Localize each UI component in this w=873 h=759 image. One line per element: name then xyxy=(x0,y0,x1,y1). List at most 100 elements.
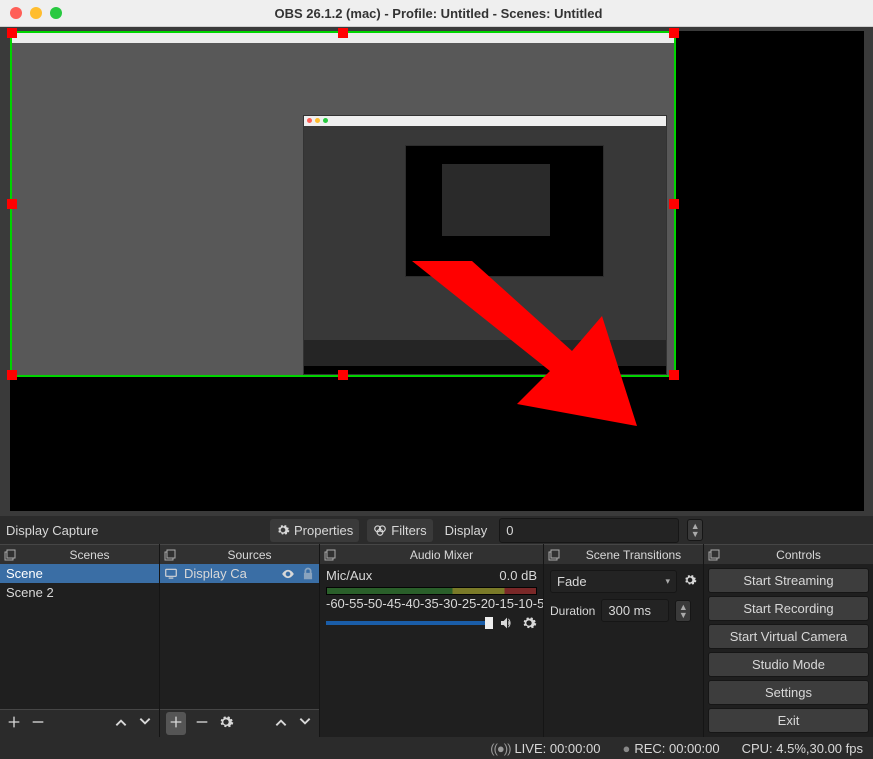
scenes-dock: Scenes Scene Scene 2 xyxy=(0,544,160,737)
sources-title: Sources xyxy=(180,548,319,562)
duration-stepper[interactable]: ▲▼ xyxy=(675,600,691,622)
display-select[interactable]: 0 xyxy=(499,518,679,543)
scene-item[interactable]: Scene xyxy=(0,564,159,583)
popout-icon xyxy=(4,549,16,561)
popout-icon xyxy=(548,549,560,561)
mixer-popout-button[interactable] xyxy=(320,549,340,561)
selected-source-name: Display Capture xyxy=(4,523,262,538)
source-properties-button[interactable] xyxy=(218,714,234,733)
chevron-down-icon xyxy=(297,714,313,730)
duration-label: Duration xyxy=(550,604,595,618)
nested-capture-preview xyxy=(303,115,667,375)
scenes-list[interactable]: Scene Scene 2 xyxy=(0,564,159,709)
scenes-popout-button[interactable] xyxy=(0,549,20,561)
plus-icon xyxy=(168,714,184,730)
filters-button[interactable]: Filters xyxy=(367,519,432,542)
status-cpu: CPU: 4.5%,30.00 fps xyxy=(742,741,863,756)
preview-canvas[interactable] xyxy=(10,31,864,511)
start-recording-button[interactable]: Start Recording xyxy=(708,596,869,621)
gear-icon xyxy=(218,714,234,730)
move-source-down-button[interactable] xyxy=(297,714,313,733)
move-scene-up-button[interactable] xyxy=(113,714,129,733)
vu-ticks: -60-55-50-45-40-35-30-25-20-15-10-50 xyxy=(326,596,537,611)
remove-source-button[interactable] xyxy=(194,714,210,733)
channel-name: Mic/Aux xyxy=(326,568,372,583)
volume-slider[interactable] xyxy=(326,621,493,625)
mixer-channel: Mic/Aux 0.0 dB -60-55-50-45-40-35-30-25-… xyxy=(320,564,543,635)
chevron-down-icon: ▾ xyxy=(665,576,670,587)
chevron-up-icon xyxy=(273,714,289,730)
duration-input[interactable]: 300 ms xyxy=(601,599,669,622)
start-streaming-button[interactable]: Start Streaming xyxy=(708,568,869,593)
resize-handle-left[interactable] xyxy=(7,199,17,209)
window-titlebar: OBS 26.1.2 (mac) - Profile: Untitled - S… xyxy=(0,0,873,27)
minus-icon xyxy=(30,714,46,730)
plus-icon xyxy=(6,714,22,730)
settings-button[interactable]: Settings xyxy=(708,680,869,705)
properties-button[interactable]: Properties xyxy=(270,519,359,542)
popout-icon xyxy=(164,549,176,561)
status-live: LIVE: 00:00:00 xyxy=(490,741,600,756)
remove-scene-button[interactable] xyxy=(30,714,46,733)
controls-dock: Controls Start Streaming Start Recording… xyxy=(704,544,873,737)
chevron-down-icon xyxy=(137,714,153,730)
studio-mode-button[interactable]: Studio Mode xyxy=(708,652,869,677)
mixer-title: Audio Mixer xyxy=(340,548,543,562)
add-scene-button[interactable] xyxy=(6,714,22,733)
gear-icon xyxy=(276,523,290,537)
popout-icon xyxy=(324,549,336,561)
add-source-button[interactable] xyxy=(166,712,186,735)
source-item[interactable]: Display Ca xyxy=(160,564,319,583)
transition-select[interactable]: Fade ▾ xyxy=(550,570,677,593)
transitions-dock: Scene Transitions Fade ▾ Duration 300 ms… xyxy=(544,544,704,737)
channel-level: 0.0 dB xyxy=(499,568,537,583)
audio-mixer-dock: Audio Mixer Mic/Aux 0.0 dB -60-55-50-45-… xyxy=(320,544,544,737)
transition-settings-button[interactable] xyxy=(683,573,697,590)
selected-source-bounds[interactable] xyxy=(10,31,676,377)
popout-icon xyxy=(708,549,720,561)
docks-row: Scenes Scene Scene 2 Sources xyxy=(0,544,873,737)
properties-label: Properties xyxy=(294,523,353,538)
resize-handle-top-right[interactable] xyxy=(669,28,679,38)
display-param-label: Display xyxy=(441,523,492,538)
resize-handle-top-left[interactable] xyxy=(7,28,17,38)
scene-item[interactable]: Scene 2 xyxy=(0,583,159,602)
filters-icon xyxy=(373,523,387,537)
move-scene-down-button[interactable] xyxy=(137,714,153,733)
source-item-label: Display Ca xyxy=(184,566,275,581)
resize-handle-bottom-left[interactable] xyxy=(7,370,17,380)
vu-meter xyxy=(326,587,537,595)
display-select-value: 0 xyxy=(506,523,513,538)
preview-area xyxy=(0,27,873,516)
gear-icon[interactable] xyxy=(521,615,537,631)
display-stepper[interactable]: ▲▼ xyxy=(687,519,703,541)
start-virtual-camera-button[interactable]: Start Virtual Camera xyxy=(708,624,869,649)
resize-handle-right[interactable] xyxy=(669,199,679,209)
move-source-up-button[interactable] xyxy=(273,714,289,733)
controls-title: Controls xyxy=(724,548,873,562)
exit-button[interactable]: Exit xyxy=(708,708,869,733)
sources-list[interactable]: Display Ca xyxy=(160,564,319,709)
source-toolbar: Display Capture Properties Filters Displ… xyxy=(0,516,873,544)
transition-select-value: Fade xyxy=(557,574,587,589)
controls-popout-button[interactable] xyxy=(704,549,724,561)
filters-label: Filters xyxy=(391,523,426,538)
display-icon xyxy=(164,567,178,581)
lock-icon[interactable] xyxy=(301,567,315,581)
minus-icon xyxy=(194,714,210,730)
chevron-up-icon xyxy=(113,714,129,730)
transitions-popout-button[interactable] xyxy=(544,549,564,561)
speaker-icon[interactable] xyxy=(499,615,515,631)
scenes-title: Scenes xyxy=(20,548,159,562)
window-title: OBS 26.1.2 (mac) - Profile: Untitled - S… xyxy=(14,6,863,21)
resize-handle-bottom-right[interactable] xyxy=(669,370,679,380)
sources-popout-button[interactable] xyxy=(160,549,180,561)
status-bar: LIVE: 00:00:00 REC: 00:00:00 CPU: 4.5%,3… xyxy=(0,737,873,759)
resize-handle-bottom[interactable] xyxy=(338,370,348,380)
transitions-title: Scene Transitions xyxy=(564,548,703,562)
gear-icon xyxy=(683,573,697,587)
sources-dock: Sources Display Ca xyxy=(160,544,320,737)
resize-handle-top[interactable] xyxy=(338,28,348,38)
status-rec: REC: 00:00:00 xyxy=(622,741,719,756)
eye-icon[interactable] xyxy=(281,567,295,581)
